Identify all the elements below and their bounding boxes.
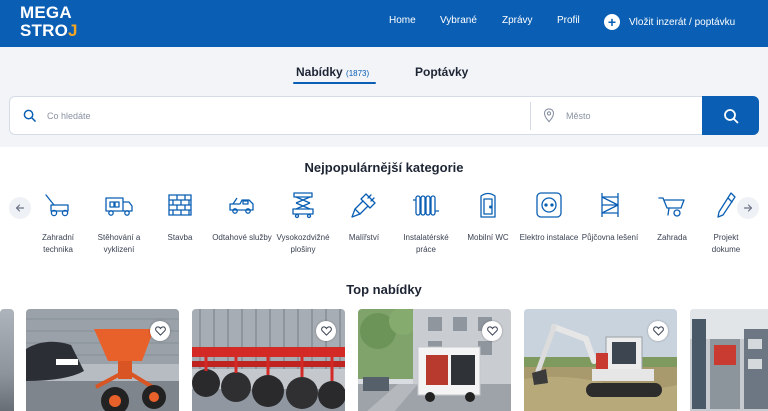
category-label: Mobilní WC: [467, 233, 509, 242]
logo-accent-letter: J: [68, 21, 78, 40]
heart-icon: [486, 326, 498, 336]
city-input[interactable]: [566, 107, 696, 125]
moving-truck-icon: [105, 197, 133, 216]
search-input[interactable]: [47, 107, 517, 125]
offer-card-partial[interactable]: [0, 309, 14, 411]
heart-icon: [154, 326, 166, 336]
offer-card[interactable]: [192, 309, 345, 411]
tab-offers-label: Nabídky: [296, 65, 343, 79]
top-offers-title: Top nabídky: [346, 282, 422, 297]
favorite-button[interactable]: [648, 321, 668, 341]
scissor-lift-icon: [292, 192, 314, 219]
category-stehovani[interactable]: Stěhování a vyklizení: [87, 190, 151, 256]
heart-icon: [652, 326, 664, 336]
top-header: MEGA STROJ Home Vybrané Zprávy Profil + …: [0, 0, 768, 47]
category-label: Stavba: [167, 233, 193, 242]
categories-title: Nejpopulárnější kategorie: [304, 160, 464, 175]
search-icon: [23, 109, 36, 122]
search-button[interactable]: [702, 96, 759, 135]
category-label: Půjčovna lešení: [581, 233, 639, 242]
tab-offers[interactable]: Nabídky (1873): [296, 65, 369, 79]
category-label: Odtahové služby: [212, 233, 272, 242]
offer-card[interactable]: [26, 309, 179, 411]
category-pujcovna-leseni[interactable]: Půjčovna lešení: [578, 190, 642, 244]
category-zahradni-technika[interactable]: Zahradní technika: [26, 190, 90, 256]
plus-circle-icon: +: [604, 14, 620, 30]
category-elektro-instalace[interactable]: Elektro instalace: [517, 190, 581, 244]
post-listing-label: Vložit inzerát / poptávku: [629, 16, 736, 28]
category-label: Zahradní technika: [41, 233, 75, 254]
radiator-icon: [413, 195, 439, 216]
logo-line-2-text: STRO: [20, 21, 69, 40]
blueprint-pen-icon: [717, 192, 736, 218]
nav-home[interactable]: Home: [389, 15, 416, 26]
lawnmower-icon: [45, 194, 69, 217]
arrow-left-icon: [15, 204, 25, 212]
favorite-button[interactable]: [150, 321, 170, 341]
tab-offers-count: (1873): [346, 69, 370, 78]
paint-brush-icon: [351, 193, 376, 218]
category-instalaterske-prace[interactable]: Instalatérské práce: [394, 190, 458, 256]
category-label: Malířství: [348, 233, 380, 242]
category-odtahove-sluzby[interactable]: Odtahové služby: [210, 190, 274, 244]
category-projekt-dokumentace[interactable]: Projekt dokume: [701, 190, 751, 256]
offer-card[interactable]: [524, 309, 677, 411]
nav-profil[interactable]: Profil: [557, 15, 580, 26]
search-bar: [9, 96, 759, 135]
category-label: Instalatérské práce: [403, 233, 449, 254]
post-listing-button[interactable]: + Vložit inzerát / poptávku: [604, 12, 735, 32]
logo-line-2: STROJ: [20, 22, 78, 40]
active-tab-indicator: [293, 82, 376, 84]
portable-toilet-icon: [480, 192, 496, 218]
tab-demands[interactable]: Poptávky: [415, 65, 468, 79]
heart-icon: [320, 326, 332, 336]
category-malirstvi[interactable]: Malířství: [332, 190, 396, 244]
search-divider: [530, 102, 531, 130]
category-label: Zahrada: [657, 233, 687, 242]
category-label: Vysokozdvižné plošiny: [276, 233, 330, 254]
category-label: Projekt dokume: [711, 233, 741, 254]
megastroj-logo[interactable]: MEGA STROJ: [20, 4, 78, 40]
location-pin-icon: [543, 108, 555, 123]
scaffolding-icon: [601, 193, 619, 217]
category-stavba[interactable]: Stavba: [148, 190, 212, 244]
category-label: Stěhování a vyklizení: [97, 233, 141, 254]
wheelbarrow-icon: [658, 197, 685, 217]
nav-zpravy[interactable]: Zprávy: [502, 15, 533, 26]
category-vysokozdvizne-plosiny[interactable]: Vysokozdvižné plošiny: [271, 190, 335, 256]
tab-demands-label: Poptávky: [415, 65, 469, 79]
category-label: Elektro instalace: [519, 233, 579, 242]
favorite-button[interactable]: [482, 321, 502, 341]
warehouse-machine-photo: [690, 309, 768, 411]
brick-wall-icon: [168, 194, 192, 216]
search-button-icon: [723, 108, 738, 123]
favorite-button[interactable]: [316, 321, 336, 341]
category-mobilni-wc[interactable]: Mobilní WC: [456, 190, 520, 244]
offer-card[interactable]: [690, 309, 768, 411]
nav-vybrane[interactable]: Vybrané: [440, 15, 477, 26]
offer-card[interactable]: [358, 309, 511, 411]
category-zahrada[interactable]: Zahrada: [640, 190, 704, 244]
logo-line-1: MEGA: [20, 3, 72, 22]
tow-truck-icon: [229, 197, 254, 214]
power-socket-icon: [536, 192, 562, 218]
